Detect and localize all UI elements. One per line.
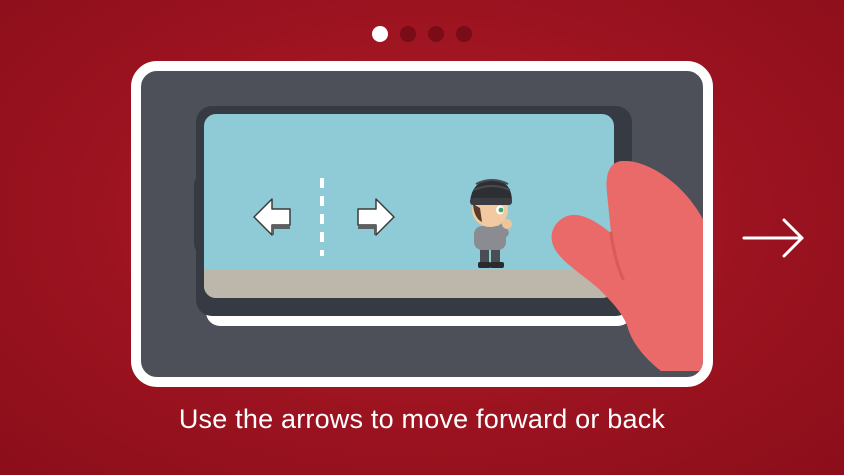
character-thief-icon <box>470 179 512 268</box>
pagination-dots <box>372 26 472 42</box>
page-dot-1[interactable] <box>372 26 388 42</box>
hand-icon <box>551 161 703 371</box>
controls-divider <box>320 178 324 256</box>
page-dot-4[interactable] <box>456 26 472 42</box>
page-dot-2[interactable] <box>400 26 416 42</box>
arrow-left-icon <box>253 198 291 236</box>
arrow-right-icon <box>357 198 395 236</box>
tutorial-caption: Use the arrows to move forward or back <box>178 404 666 434</box>
page-dot-3[interactable] <box>428 26 444 42</box>
tutorial-card <box>131 61 713 387</box>
next-arrow-button[interactable] <box>742 216 806 260</box>
